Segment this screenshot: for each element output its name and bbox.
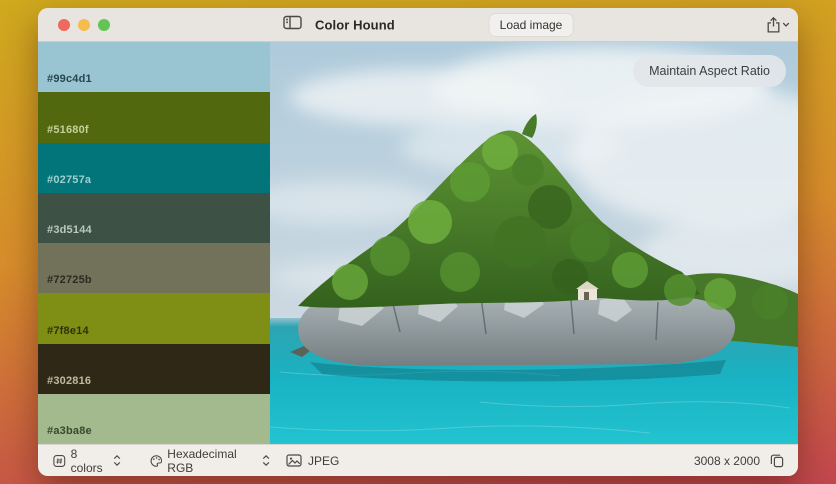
color-swatch[interactable]: #99c4d1 (38, 42, 270, 93)
image-viewer: Maintain Aspect Ratio (270, 42, 798, 444)
number-square-icon (53, 454, 66, 467)
title-bar: Color Hound Load image (38, 8, 798, 42)
loaded-image (270, 42, 798, 444)
copy-icon[interactable] (770, 453, 784, 468)
swatch-hex-label: #302816 (47, 374, 92, 387)
swatch-hex-label: #51680f (47, 123, 89, 136)
color-swatch[interactable]: #02757a (38, 142, 270, 193)
image-dimensions: 3008 x 2000 (693, 453, 760, 468)
zoom-window-button[interactable] (98, 18, 110, 31)
palette-sidebar: #99c4d1 #51680f #02757a #3d5144 #72725b #7f8e… (38, 42, 270, 444)
sidebar-toggle-icon[interactable] (283, 15, 302, 35)
file-type-label: JPEG (308, 453, 340, 468)
color-swatch[interactable]: #3d5144 (38, 192, 270, 243)
image-footer: JPEG 3008 x 2000 (270, 453, 798, 468)
palette-footer: 8 colors Hexadecimal RGB (38, 447, 270, 475)
status-bar: 8 colors Hexadecimal RGB JPEG 3008 x 200… (38, 444, 798, 476)
color-swatch[interactable]: #302816 (38, 343, 270, 394)
photo-icon (286, 454, 302, 467)
color-count-value: 8 colors (70, 446, 103, 475)
share-button[interactable] (766, 16, 790, 33)
swatch-hex-label: #99c4d1 (47, 73, 92, 86)
close-window-button[interactable] (58, 18, 70, 31)
color-swatch[interactable]: #7f8e14 (38, 293, 270, 344)
chevron-down-icon (782, 22, 790, 27)
stepper-icon (262, 454, 270, 467)
swatch-hex-label: #02757a (47, 173, 92, 186)
color-format-value: Hexadecimal RGB (167, 446, 237, 475)
app-window: Color Hound Load image #99c4d1 #51680f #02… (38, 8, 798, 476)
swatch-hex-label: #a3ba8e (47, 425, 92, 437)
color-swatch[interactable]: #51680f (38, 92, 270, 143)
share-icon (767, 16, 780, 33)
load-image-button[interactable]: Load image (489, 13, 573, 36)
content-area: #99c4d1 #51680f #02757a #3d5144 #72725b #7f8e… (38, 42, 798, 444)
swatch-hex-label: #3d5144 (47, 224, 92, 236)
swatch-hex-label: #7f8e14 (47, 324, 89, 337)
window-title: Color Hound (315, 17, 395, 32)
color-swatch[interactable]: #a3ba8e (38, 393, 270, 444)
color-format-picker[interactable]: Hexadecimal RGB (150, 447, 270, 475)
color-swatch[interactable]: #72725b (38, 243, 270, 294)
minimize-window-button[interactable] (78, 18, 90, 31)
color-count-picker[interactable]: 8 colors (53, 447, 122, 475)
traffic-lights (58, 18, 110, 31)
palette-icon (150, 454, 162, 467)
swatch-hex-label: #72725b (47, 274, 92, 287)
stepper-icon (114, 454, 121, 467)
maintain-aspect-ratio-button[interactable]: Maintain Aspect Ratio (633, 55, 786, 87)
